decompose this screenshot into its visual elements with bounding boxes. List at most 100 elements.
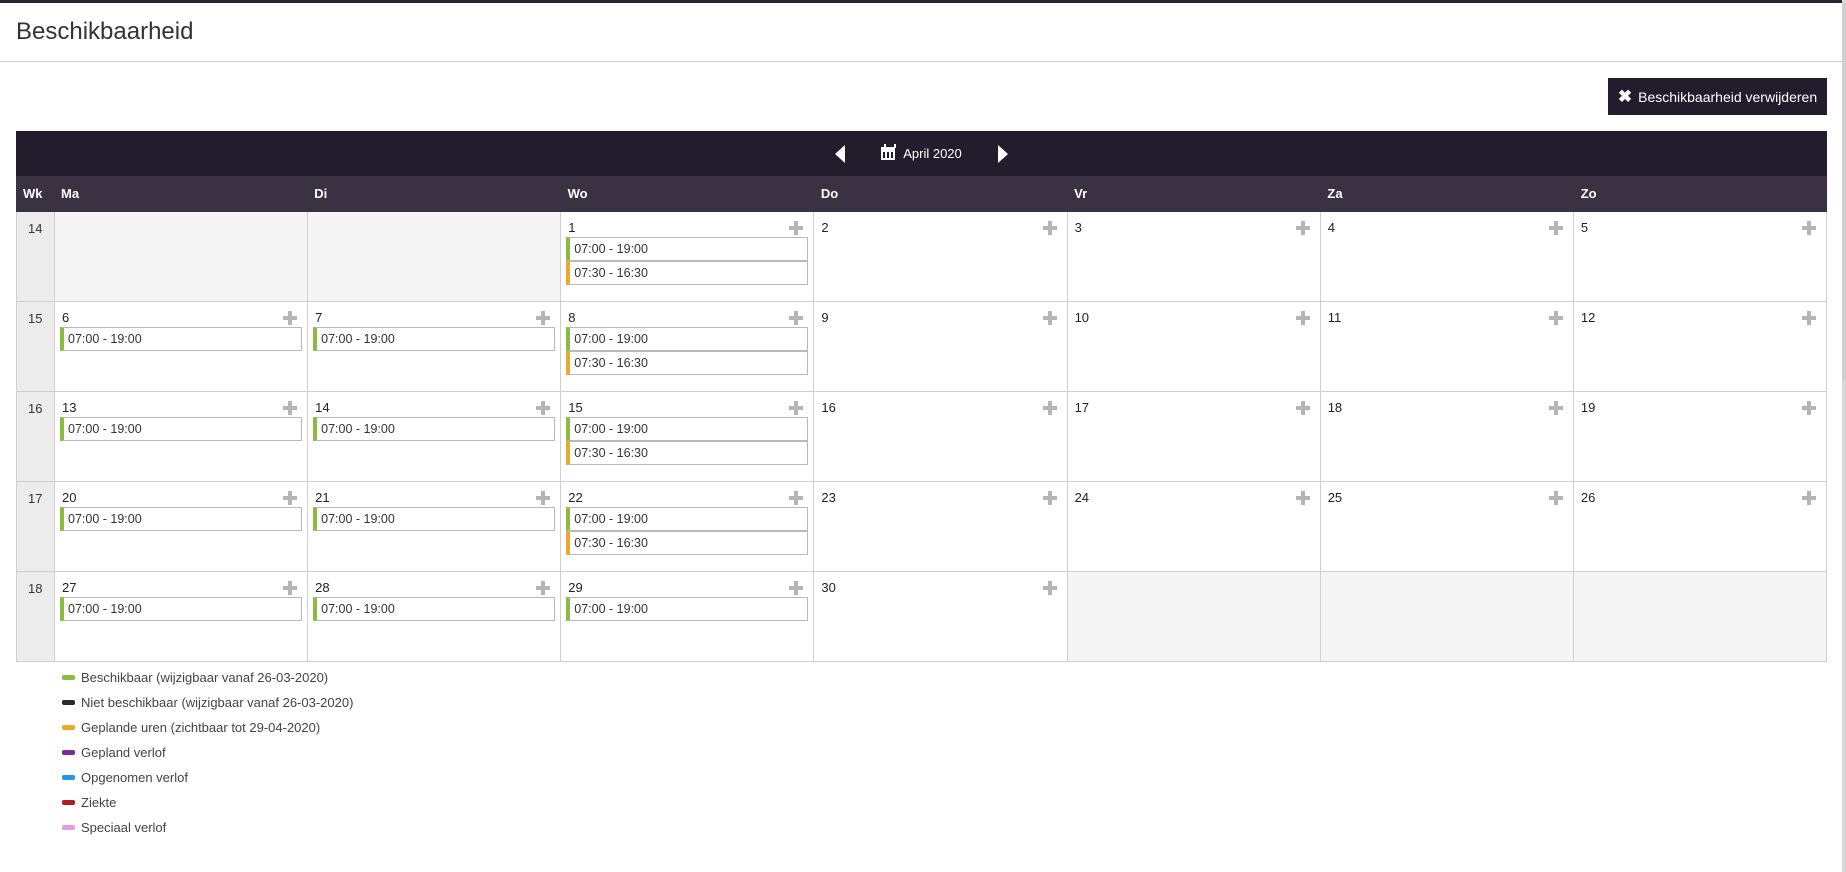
day-cell[interactable]: 6 07:00 - 19:00 bbox=[55, 302, 309, 391]
plus-icon[interactable] bbox=[1801, 311, 1816, 325]
planned-hours-slot[interactable]: 07:30 - 16:30 bbox=[566, 531, 809, 555]
plus-icon[interactable] bbox=[1295, 401, 1310, 415]
plus-icon[interactable] bbox=[1042, 491, 1057, 505]
slot-list: 07:00 - 19:00 bbox=[313, 507, 556, 531]
day-cell[interactable]: 14 07:00 - 19:00 bbox=[308, 392, 562, 481]
availability-slot[interactable]: 07:00 - 19:00 bbox=[60, 417, 303, 441]
day-cell[interactable]: 27 07:00 - 19:00 bbox=[55, 572, 309, 661]
day-cell[interactable]: 8 07:00 - 19:00 07:30 - 16:30 bbox=[561, 302, 815, 391]
plus-icon[interactable] bbox=[1042, 581, 1057, 595]
availability-slot[interactable]: 07:00 - 19:00 bbox=[313, 327, 556, 351]
slot-list: 07:00 - 19:00 07:30 - 16:30 bbox=[566, 417, 809, 465]
day-number: 10 bbox=[1074, 310, 1090, 325]
day-cell[interactable]: 9 bbox=[814, 302, 1068, 391]
plus-icon[interactable] bbox=[536, 491, 551, 505]
day-cell[interactable]: 16 bbox=[814, 392, 1068, 481]
day-cell[interactable]: 2 bbox=[814, 212, 1068, 301]
day-cell[interactable]: 20 07:00 - 19:00 bbox=[55, 482, 309, 571]
plus-icon[interactable] bbox=[1548, 401, 1563, 415]
slot-list: 07:00 - 19:00 07:30 - 16:30 bbox=[566, 237, 809, 285]
day-number: 19 bbox=[1580, 400, 1596, 415]
plus-icon[interactable] bbox=[789, 311, 804, 325]
day-cell[interactable]: 11 bbox=[1320, 302, 1574, 391]
plus-icon[interactable] bbox=[789, 221, 804, 235]
scrollbar[interactable] bbox=[1842, 0, 1846, 872]
day-cell[interactable]: 13 07:00 - 19:00 bbox=[55, 392, 309, 481]
day-cell[interactable]: 21 07:00 - 19:00 bbox=[308, 482, 562, 571]
day-number: 16 bbox=[821, 400, 836, 415]
day-cell[interactable]: 15 07:00 - 19:00 07:30 - 16:30 bbox=[561, 392, 815, 481]
availability-slot[interactable]: 07:00 - 19:00 bbox=[60, 507, 303, 531]
day-cell[interactable]: 4 bbox=[1320, 212, 1574, 301]
planned-hours-slot[interactable]: 07:30 - 16:30 bbox=[566, 261, 809, 285]
day-cell[interactable]: 22 07:00 - 19:00 07:30 - 16:30 bbox=[561, 482, 815, 571]
plus-icon[interactable] bbox=[283, 311, 298, 325]
availability-slot[interactable]: 07:00 - 19:00 bbox=[566, 237, 809, 261]
availability-slot[interactable]: 07:00 - 19:00 bbox=[566, 597, 809, 621]
plus-icon[interactable] bbox=[1295, 311, 1310, 325]
legend-swatch bbox=[62, 825, 75, 830]
slot-list: 07:00 - 19:00 bbox=[60, 417, 303, 441]
month-label: April 2020 bbox=[881, 144, 962, 161]
planned-hours-slot[interactable]: 07:30 - 16:30 bbox=[566, 441, 809, 465]
legend-item: Opgenomen verlof bbox=[62, 765, 353, 790]
day-cell[interactable]: 7 07:00 - 19:00 bbox=[308, 302, 562, 391]
day-cell[interactable]: 5 bbox=[1573, 212, 1827, 301]
plus-icon[interactable] bbox=[536, 401, 551, 415]
day-cell[interactable]: 19 bbox=[1573, 392, 1827, 481]
availability-slot[interactable]: 07:00 - 19:00 bbox=[313, 507, 556, 531]
plus-icon[interactable] bbox=[1548, 311, 1563, 325]
day-cell[interactable]: 3 bbox=[1067, 212, 1321, 301]
day-cell[interactable]: 18 bbox=[1320, 392, 1574, 481]
week-row: 16 13 07:00 - 19:00 14 07:00 - 19:00 15 07:00 … bbox=[17, 392, 1827, 482]
plus-icon[interactable] bbox=[283, 491, 298, 505]
legend-label: Ziekte bbox=[81, 795, 117, 810]
plus-icon[interactable] bbox=[789, 401, 804, 415]
day-cell[interactable]: 28 07:00 - 19:00 bbox=[308, 572, 562, 661]
delete-availability-button[interactable]: ✖ Beschikbaarheid verwijderen bbox=[1608, 78, 1827, 115]
slot-list: 07:00 - 19:00 bbox=[313, 417, 556, 441]
plus-icon[interactable] bbox=[1042, 401, 1057, 415]
chevron-right-icon[interactable] bbox=[997, 144, 1008, 163]
day-cell[interactable]: 17 bbox=[1067, 392, 1321, 481]
plus-icon[interactable] bbox=[536, 581, 551, 595]
plus-icon[interactable] bbox=[789, 581, 804, 595]
planned-hours-slot[interactable]: 07:30 - 16:30 bbox=[566, 351, 809, 375]
plus-icon[interactable] bbox=[1295, 491, 1310, 505]
legend-item: Niet beschikbaar (wijzigbaar vanaf 26-03… bbox=[62, 690, 353, 715]
availability-slot[interactable]: 07:00 - 19:00 bbox=[566, 327, 809, 351]
day-cell[interactable]: 12 bbox=[1573, 302, 1827, 391]
legend-swatch bbox=[62, 700, 75, 705]
day-cell[interactable]: 25 bbox=[1320, 482, 1574, 571]
plus-icon[interactable] bbox=[1801, 491, 1816, 505]
plus-icon[interactable] bbox=[1801, 401, 1816, 415]
chevron-left-icon[interactable] bbox=[835, 144, 846, 163]
plus-icon[interactable] bbox=[1548, 221, 1563, 235]
plus-icon[interactable] bbox=[789, 491, 804, 505]
availability-slot[interactable]: 07:00 - 19:00 bbox=[60, 327, 303, 351]
plus-icon[interactable] bbox=[1042, 311, 1057, 325]
week-number: 16 bbox=[17, 392, 55, 481]
day-cell[interactable]: 26 bbox=[1573, 482, 1827, 571]
availability-slot[interactable]: 07:00 - 19:00 bbox=[566, 417, 809, 441]
day-number: 28 bbox=[315, 580, 330, 595]
plus-icon[interactable] bbox=[283, 581, 298, 595]
availability-slot[interactable]: 07:00 - 19:00 bbox=[60, 597, 303, 621]
day-cell[interactable]: 23 bbox=[814, 482, 1068, 571]
plus-icon[interactable] bbox=[1801, 221, 1816, 235]
day-cell[interactable]: 30 bbox=[814, 572, 1068, 661]
day-cell[interactable]: 1 07:00 - 19:00 07:30 - 16:30 bbox=[561, 212, 815, 301]
plus-icon[interactable] bbox=[1295, 221, 1310, 235]
plus-icon[interactable] bbox=[1548, 491, 1563, 505]
plus-icon[interactable] bbox=[536, 311, 551, 325]
availability-slot[interactable]: 07:00 - 19:00 bbox=[566, 507, 809, 531]
plus-icon[interactable] bbox=[1042, 221, 1057, 235]
availability-slot[interactable]: 07:00 - 19:00 bbox=[313, 597, 556, 621]
day-cell[interactable]: 29 07:00 - 19:00 bbox=[561, 572, 815, 661]
day-cell[interactable]: 10 bbox=[1067, 302, 1321, 391]
availability-slot[interactable]: 07:00 - 19:00 bbox=[313, 417, 556, 441]
day-header: Ma bbox=[61, 186, 80, 201]
scrollbar-thumb[interactable] bbox=[1842, 4, 1846, 380]
plus-icon[interactable] bbox=[283, 401, 298, 415]
day-cell[interactable]: 24 bbox=[1067, 482, 1321, 571]
